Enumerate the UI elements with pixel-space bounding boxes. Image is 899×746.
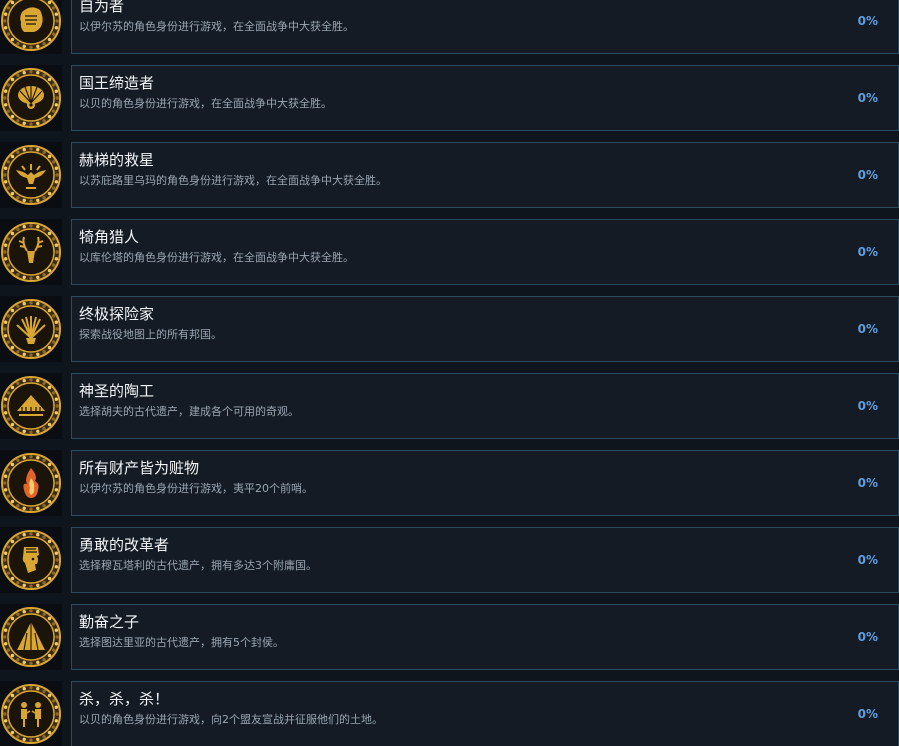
winged-eagle-icon: [1, 145, 61, 205]
achievement-description: 以库伦塔的角色身份进行游戏，在全面战争中大获全胜。: [79, 251, 354, 264]
achievement-icon: [0, 527, 62, 593]
achievement-description: 选择胡夫的古代遗产，建成各个可用的奇观。: [79, 405, 299, 418]
achievement-description: 以贝的角色身份进行游戏，向2个盟友宣战并征服他们的土地。: [79, 713, 383, 726]
achievement-icon: [0, 219, 62, 285]
flame-icon: [1, 453, 61, 513]
pyramid-temple-icon: [1, 376, 61, 436]
achievement-description: 以苏庇路里乌玛的角色身份进行游戏，在全面战争中大获全胜。: [79, 174, 387, 187]
achievement-description: 探索战役地图上的所有邦国。: [79, 328, 222, 341]
achievement-row: 勇敢的改革者 选择穆瓦塔利的古代遗产，拥有多达3个附庸国。 0%: [0, 527, 899, 593]
achievement-row: 国王缔造者 以贝的角色身份进行游戏，在全面战争中大获全胜。 0%: [0, 65, 899, 131]
achievement-icon: [0, 65, 62, 131]
achievement-title: 犄角猎人: [79, 228, 140, 246]
achievement-icon: [0, 0, 62, 54]
achievement-row: 杀，杀，杀！ 以贝的角色身份进行游戏，向2个盟友宣战并征服他们的土地。 0%: [0, 681, 899, 746]
achievement-title: 杀，杀，杀！: [79, 690, 170, 708]
achievement-row: 犄角猎人 以库伦塔的角色身份进行游戏，在全面战争中大获全胜。 0%: [0, 219, 899, 285]
achievement-card: 国王缔造者 以贝的角色身份进行游戏，在全面战争中大获全胜。 0%: [71, 65, 899, 131]
achievement-icon: [0, 450, 62, 516]
lion-head-icon: [1, 0, 61, 51]
achievement-card: 勤奋之子 选择图达里亚的古代遗产，拥有5个封侯。 0%: [71, 604, 899, 670]
achievement-card: 犄角猎人 以库伦塔的角色身份进行游戏，在全面战争中大获全胜。 0%: [71, 219, 899, 285]
unlock-percentage: 0%: [857, 630, 878, 644]
achievement-card: 赫梯的救星 以苏庇路里乌玛的角色身份进行游戏，在全面战争中大获全胜。 0%: [71, 142, 899, 208]
unlock-percentage: 0%: [857, 476, 878, 490]
achievement-card: 勇敢的改革者 选择穆瓦塔利的古代遗产，拥有多达3个附庸国。 0%: [71, 527, 899, 593]
achievement-row: 赫梯的救星 以苏庇路里乌玛的角色身份进行游戏，在全面战争中大获全胜。 0%: [0, 142, 899, 208]
achievement-title: 勤奋之子: [79, 613, 140, 631]
achievement-row: 所有财产皆为赃物 以伊尔苏的角色身份进行游戏，夷平20个前哨。 0%: [0, 450, 899, 516]
unlock-percentage: 0%: [857, 245, 878, 259]
achievement-card: 终极探险家 探索战役地图上的所有邦国。 0%: [71, 296, 899, 362]
achievement-card: 杀，杀，杀！ 以贝的角色身份进行游戏，向2个盟友宣战并征服他们的土地。 0%: [71, 681, 899, 746]
achievement-row: 自为者 以伊尔苏的角色身份进行游戏，在全面战争中大获全胜。 0%: [0, 0, 899, 54]
achievement-description: 选择图达里亚的古代遗产，拥有5个封侯。: [79, 636, 284, 649]
achievement-icon: [0, 373, 62, 439]
achievement-description: 以贝的角色身份进行游戏，在全面战争中大获全胜。: [79, 97, 332, 110]
achievement-card: 神圣的陶工 选择胡夫的古代遗产，建成各个可用的奇观。 0%: [71, 373, 899, 439]
achievement-icon: [0, 142, 62, 208]
achievement-row: 终极探险家 探索战役地图上的所有邦国。 0%: [0, 296, 899, 362]
achievement-row: 勤奋之子 选择图达里亚的古代遗产，拥有5个封侯。 0%: [0, 604, 899, 670]
achievement-title: 所有财产皆为赃物: [79, 459, 200, 477]
unlock-percentage: 0%: [857, 399, 878, 413]
unlock-percentage: 0%: [857, 91, 878, 105]
achievement-description: 以伊尔苏的角色身份进行游戏，夷平20个前哨。: [79, 482, 313, 495]
achievement-title: 终极探险家: [79, 305, 155, 323]
achievement-card: 自为者 以伊尔苏的角色身份进行游戏，在全面战争中大获全胜。 0%: [71, 0, 899, 54]
unlock-percentage: 0%: [857, 707, 878, 721]
pyramid-icon: [1, 607, 61, 667]
pharaoh-profile-icon: [1, 530, 61, 590]
achievement-row: 神圣的陶工 选择胡夫的古代遗产，建成各个可用的奇观。 0%: [0, 373, 899, 439]
unlock-percentage: 0%: [857, 168, 878, 182]
peacock-fan-icon: [1, 68, 61, 128]
unlock-percentage: 0%: [857, 553, 878, 567]
achievement-icon: [0, 604, 62, 670]
achievement-title: 国王缔造者: [79, 74, 155, 92]
achievement-icon: [0, 296, 62, 362]
stag-antlers-icon: [1, 222, 61, 282]
achievement-icon: [0, 681, 62, 746]
achievement-description: 选择穆瓦塔利的古代遗产，拥有多达3个附庸国。: [79, 559, 317, 572]
achievement-title: 神圣的陶工: [79, 382, 155, 400]
unlock-percentage: 0%: [857, 322, 878, 336]
achievement-description: 以伊尔苏的角色身份进行游戏，在全面战争中大获全胜。: [79, 20, 354, 33]
achievement-title: 自为者: [79, 0, 125, 15]
achievement-title: 勇敢的改革者: [79, 536, 170, 554]
unlock-percentage: 0%: [857, 14, 878, 28]
achievement-card: 所有财产皆为赃物 以伊尔苏的角色身份进行游戏，夷平20个前哨。 0%: [71, 450, 899, 516]
egyptian-figures-icon: [1, 684, 61, 744]
sunburst-icon: [1, 299, 61, 359]
achievement-title: 赫梯的救星: [79, 151, 155, 169]
achievement-list: 自为者 以伊尔苏的角色身份进行游戏，在全面战争中大获全胜。 0% 国王缔造者 以…: [0, 0, 899, 746]
